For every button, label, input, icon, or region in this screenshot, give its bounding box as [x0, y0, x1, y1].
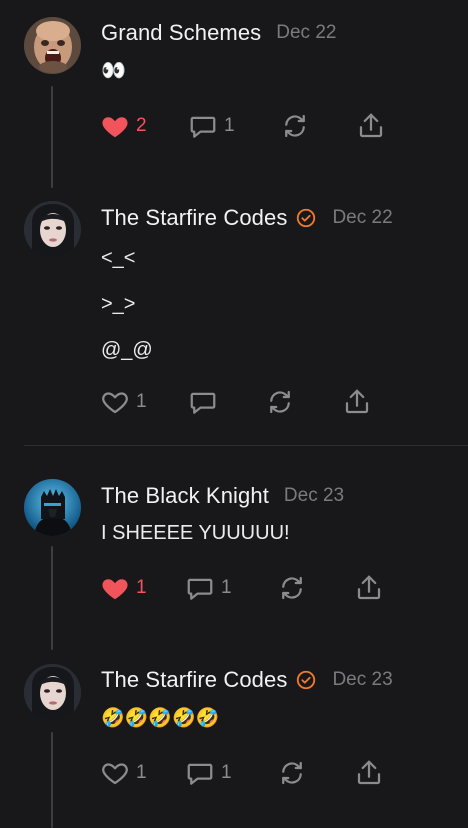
restack-button[interactable] — [277, 572, 307, 604]
comment-button[interactable]: 1 — [188, 110, 235, 142]
post-date[interactable]: Dec 22 — [332, 207, 392, 229]
share-button[interactable] — [356, 110, 386, 142]
like-button[interactable]: 1 — [100, 757, 147, 789]
like-button[interactable]: 2 — [100, 110, 147, 142]
avatar[interactable] — [24, 17, 81, 74]
heart-icon — [102, 763, 128, 785]
post-text: <_< — [101, 247, 136, 269]
heart-icon — [102, 579, 128, 600]
comment-icon — [190, 116, 216, 138]
thread-line — [51, 86, 53, 188]
verified-icon — [297, 670, 316, 690]
restack-button[interactable] — [280, 110, 310, 142]
avatar[interactable] — [24, 479, 81, 536]
post-date[interactable]: Dec 22 — [276, 22, 336, 44]
heart-icon — [102, 392, 128, 414]
comment-icon — [187, 763, 213, 785]
share-icon — [345, 389, 369, 414]
divider — [24, 445, 468, 446]
post-date[interactable]: Dec 23 — [332, 669, 392, 691]
share-icon — [359, 113, 383, 138]
author-name[interactable]: The Starfire Codes — [101, 667, 287, 693]
like-button[interactable]: 1 — [100, 386, 147, 418]
author-name[interactable]: The Starfire Codes — [101, 205, 287, 231]
like-count: 2 — [136, 115, 147, 136]
restack-button[interactable] — [265, 386, 295, 418]
share-button[interactable] — [342, 386, 372, 418]
avatar[interactable] — [24, 664, 81, 721]
post-date[interactable]: Dec 23 — [284, 485, 344, 507]
comment-icon — [187, 578, 213, 600]
like-count: 1 — [136, 762, 147, 783]
share-button[interactable] — [354, 572, 384, 604]
comment-button[interactable]: 1 — [185, 572, 232, 604]
post-text: @_@ — [101, 339, 153, 361]
post-text: 🤣🤣🤣🤣🤣 — [101, 707, 220, 729]
author-name[interactable]: The Black Knight — [101, 483, 269, 509]
thread-line — [51, 732, 53, 828]
comment-button[interactable]: 1 — [185, 757, 232, 789]
post-text: 👀 — [101, 58, 126, 82]
restack-icon — [282, 576, 302, 600]
author-name[interactable]: Grand Schemes — [101, 20, 261, 46]
comment-button[interactable] — [188, 386, 224, 418]
avatar[interactable] — [24, 201, 81, 258]
comment-count: 1 — [221, 577, 232, 598]
comment-count: 1 — [224, 115, 235, 136]
comment-count: 1 — [221, 762, 232, 783]
restack-icon — [282, 761, 302, 785]
like-count: 1 — [136, 577, 147, 598]
restack-icon — [270, 390, 290, 414]
heart-icon — [102, 117, 128, 138]
share-icon — [357, 760, 381, 785]
like-button[interactable]: 1 — [100, 572, 147, 604]
share-icon — [357, 575, 381, 600]
post-text: I SHEEEE YUUUUU! — [101, 522, 290, 544]
restack-button[interactable] — [277, 757, 307, 789]
thread-line — [51, 546, 53, 650]
restack-icon — [285, 114, 305, 138]
verified-icon — [297, 208, 316, 228]
comment-icon — [190, 392, 216, 414]
like-count: 1 — [136, 391, 147, 412]
share-button[interactable] — [354, 757, 384, 789]
post-text: >_> — [101, 293, 136, 315]
